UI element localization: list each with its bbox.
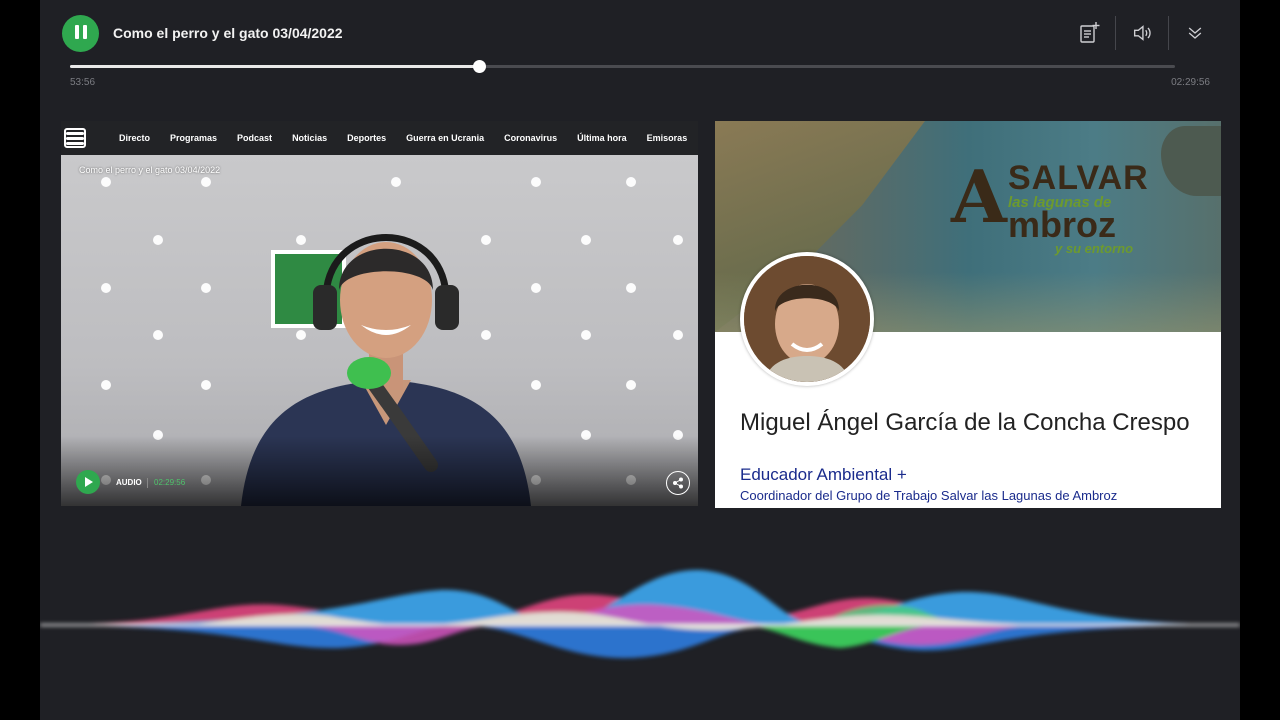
share-icon xyxy=(673,477,683,489)
wall-light xyxy=(626,380,636,390)
add-to-playlist-icon xyxy=(1080,22,1100,43)
nav-item-ultima-hora[interactable]: Última hora xyxy=(577,133,627,143)
nav-item-emisoras[interactable]: Emisoras xyxy=(647,133,688,143)
nav-item-deportes[interactable]: Deportes xyxy=(347,133,386,143)
wall-light xyxy=(531,177,541,187)
wall-light xyxy=(581,330,591,340)
volume-button[interactable] xyxy=(1123,14,1161,52)
video-controls: AUDIO 02:29:56 xyxy=(61,436,698,506)
site-navigation: Directo Programas Podcast Noticias Depor… xyxy=(61,121,698,155)
wall-light xyxy=(673,330,683,340)
nav-item-coronavirus[interactable]: Coronavirus xyxy=(504,133,557,143)
player-toolbar xyxy=(1070,14,1214,52)
wall-light xyxy=(391,177,401,187)
toolbar-divider xyxy=(1168,16,1169,50)
audio-waveform xyxy=(40,569,1240,659)
profile-card: A SALVAR las lagunas de mbroz y su entor… xyxy=(715,121,1221,508)
wall-light xyxy=(101,177,111,187)
video-play-button[interactable] xyxy=(76,470,100,494)
wall-light xyxy=(201,380,211,390)
wall-light xyxy=(626,177,636,187)
chevron-double-down-icon xyxy=(1188,27,1202,39)
nav-item-directo[interactable]: Directo xyxy=(119,133,150,143)
wall-light xyxy=(101,283,111,293)
video-title: Como el perro y el gato 03/04/2022 xyxy=(79,165,221,175)
banner-logo-ambroz: mbroz xyxy=(1008,204,1116,245)
elapsed-time: 53:56 xyxy=(70,77,96,88)
nav-item-noticias[interactable]: Noticias xyxy=(292,133,327,143)
profile-name: Miguel Ángel García de la Concha Crespo xyxy=(740,409,1190,436)
nav-item-guerra-ucrania[interactable]: Guerra en Ucrania xyxy=(406,133,484,143)
progress-fill xyxy=(70,65,479,68)
site-logo[interactable] xyxy=(64,128,86,148)
banner-rock xyxy=(1161,126,1221,196)
wall-light xyxy=(201,177,211,187)
controls-divider xyxy=(147,478,148,488)
video-player[interactable]: Como el perro y el gato 03/04/2022 AUDIO… xyxy=(61,155,698,506)
wall-light xyxy=(581,235,591,245)
nav-item-podcast[interactable]: Podcast xyxy=(237,133,272,143)
banner-logo-salvar: SALVAR xyxy=(1008,159,1149,197)
total-time: 02:29:56 xyxy=(1171,77,1210,88)
collapse-button[interactable] xyxy=(1176,14,1214,52)
avatar xyxy=(740,252,874,386)
episode-title: Como el perro y el gato 03/04/2022 xyxy=(113,25,343,41)
banner-logo-letter: A xyxy=(951,154,1007,239)
nav-item-programas[interactable]: Programas xyxy=(170,133,217,143)
progress-bar[interactable] xyxy=(70,60,1175,73)
wall-light xyxy=(153,330,163,340)
toolbar-divider xyxy=(1115,16,1116,50)
audio-label: AUDIO xyxy=(116,478,142,487)
profile-role[interactable]: Educador Ambiental + xyxy=(740,465,907,485)
add-to-playlist-button[interactable] xyxy=(1070,14,1108,52)
profile-description: Coordinador del Grupo de Trabajo Salvar … xyxy=(740,488,1118,503)
share-button[interactable] xyxy=(666,471,690,495)
wall-light xyxy=(626,283,636,293)
progress-handle[interactable] xyxy=(472,60,486,73)
wall-light xyxy=(153,235,163,245)
website-panel: Directo Programas Podcast Noticias Depor… xyxy=(61,121,698,506)
app-window: Como el perro y el gato 03/04/2022 53:56… xyxy=(40,0,1240,720)
audio-duration: 02:29:56 xyxy=(154,478,186,487)
wall-light xyxy=(673,235,683,245)
volume-icon xyxy=(1133,25,1151,41)
wall-light xyxy=(201,283,211,293)
wall-light xyxy=(101,380,111,390)
pause-icon xyxy=(73,25,89,42)
banner-logo-entorno: y su entorno xyxy=(1055,241,1134,256)
pause-button[interactable] xyxy=(62,15,99,52)
